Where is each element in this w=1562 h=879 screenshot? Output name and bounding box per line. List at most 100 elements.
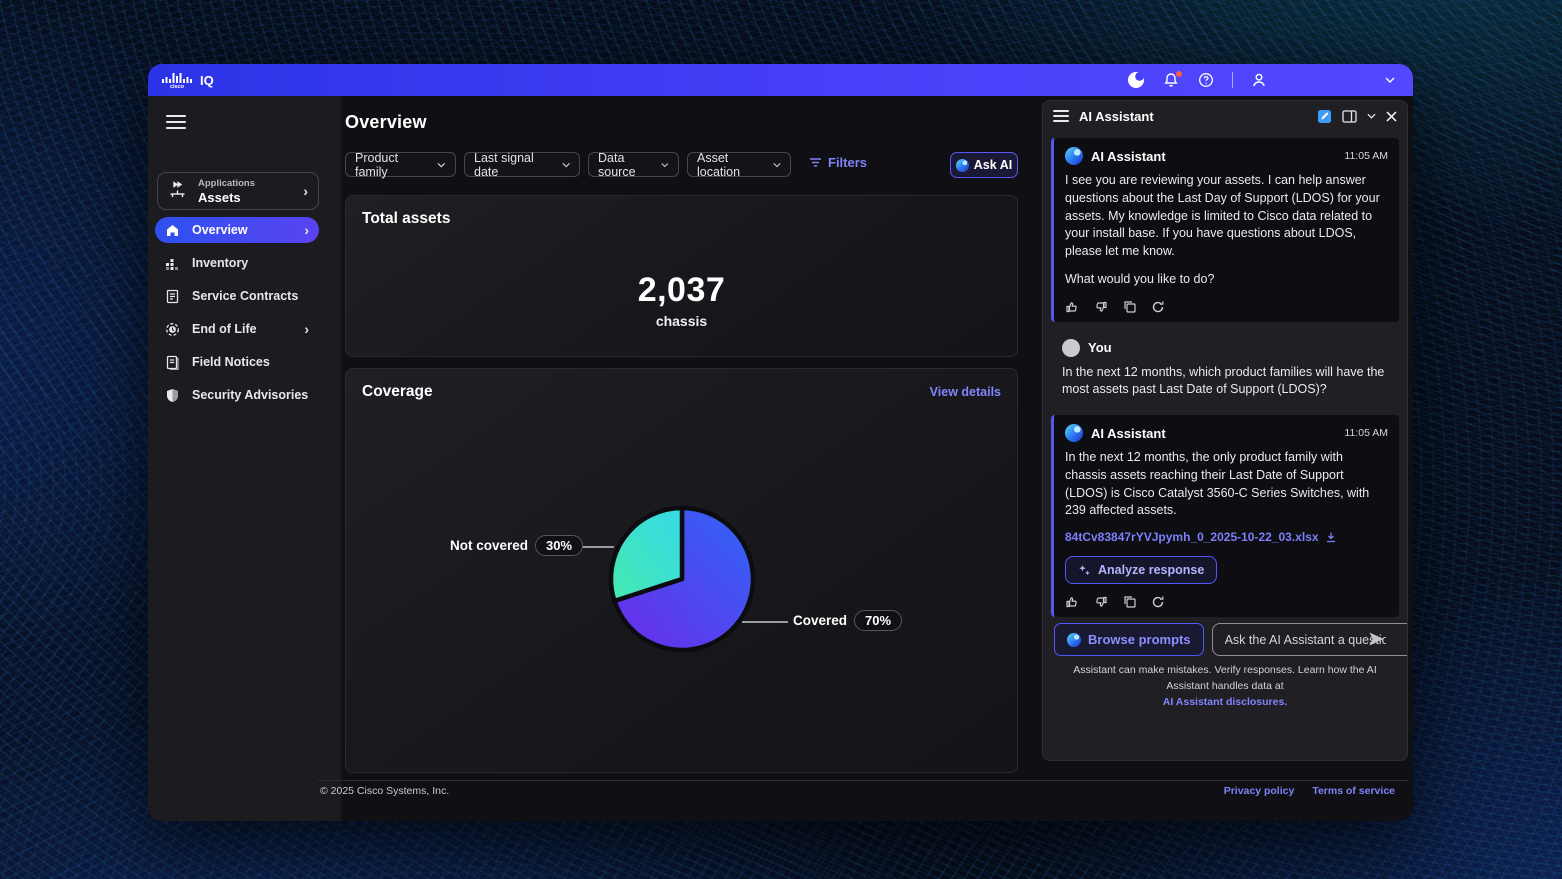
- sidebar-item-label: Field Notices: [192, 355, 309, 369]
- app-window: cisco IQ: [148, 64, 1413, 821]
- assets-app-icon: [168, 181, 188, 201]
- chevron-down-icon: [562, 162, 570, 168]
- ai-assistant-panel: AI Assistant: [1042, 100, 1408, 761]
- ai-sphere-icon: [1067, 633, 1081, 647]
- top-bar: cisco IQ: [148, 64, 1413, 96]
- filter-label: Product family: [355, 151, 430, 179]
- sidebar-item-security-advisories[interactable]: Security Advisories: [155, 382, 319, 408]
- filter-last-signal-date[interactable]: Last signal date: [464, 152, 580, 177]
- browse-prompts-label: Browse prompts: [1088, 632, 1191, 647]
- footer-divider: [318, 780, 1408, 781]
- ask-ai-label: Ask AI: [974, 158, 1012, 172]
- analyze-response-label: Analyze response: [1098, 563, 1204, 577]
- topbar-divider: [1232, 72, 1233, 88]
- total-assets-card: Total assets 2,037 chassis: [345, 195, 1018, 357]
- message-sender: AI Assistant: [1091, 426, 1336, 441]
- chevron-down-icon: [661, 162, 669, 168]
- message-text: In the next 12 months, the only product …: [1065, 449, 1388, 520]
- new-chat-icon[interactable]: [1317, 109, 1332, 124]
- contract-document-icon: [165, 289, 180, 304]
- attachment-name: 84tCv83847rYVJpymh_0_2025-10-22_03.xlsx: [1065, 530, 1319, 544]
- sidebar-item-field-notices[interactable]: Field Notices: [155, 349, 319, 375]
- app-switcher-label: Assets: [198, 190, 293, 205]
- download-icon: [1325, 531, 1337, 543]
- product-name: IQ: [200, 73, 214, 88]
- panel-caret-icon[interactable]: [1367, 113, 1376, 119]
- terms-of-service-link[interactable]: Terms of service: [1312, 785, 1395, 797]
- message-text: What would you like to do?: [1065, 271, 1388, 289]
- analyze-response-button[interactable]: Analyze response: [1065, 556, 1217, 584]
- pie-label-not-covered: Not covered 30%: [450, 535, 583, 556]
- filter-lines-icon: [809, 157, 822, 168]
- assistant-title: AI Assistant: [1079, 109, 1307, 124]
- panel-layout-icon[interactable]: [1342, 110, 1357, 123]
- filters-label: Filters: [828, 155, 867, 170]
- profile-icon[interactable]: [1250, 71, 1268, 89]
- regenerate-icon[interactable]: [1151, 595, 1165, 609]
- coverage-pie[interactable]: [594, 491, 770, 667]
- ask-ai-button[interactable]: Ask AI: [950, 152, 1018, 178]
- coverage-title: Coverage: [362, 383, 433, 401]
- thumbs-down-icon[interactable]: [1094, 300, 1108, 314]
- filter-label: Last signal date: [474, 151, 555, 179]
- view-details-link[interactable]: View details: [930, 385, 1001, 399]
- assistant-menu-icon[interactable]: [1053, 110, 1069, 122]
- sidebar-item-label: Security Advisories: [192, 388, 309, 402]
- sidebar-item-label: Overview: [192, 223, 292, 237]
- regenerate-icon[interactable]: [1151, 300, 1165, 314]
- clock-icon: [165, 322, 180, 337]
- sidebar-item-label: End of Life: [192, 322, 292, 336]
- disclaimer-text: Assistant can make mistakes. Verify resp…: [1073, 664, 1376, 692]
- assistant-message: AI Assistant 11:05 AM In the next 12 mon…: [1051, 415, 1399, 617]
- ai-assistant-topbar-icon[interactable]: [1127, 71, 1145, 89]
- pie-label-text: Covered: [793, 613, 847, 628]
- filter-label: Asset location: [697, 151, 766, 179]
- sidebar-item-end-of-life[interactable]: End of Life ›: [155, 316, 319, 342]
- total-assets-unit: chassis: [346, 313, 1017, 329]
- thumbs-down-icon[interactable]: [1094, 595, 1108, 609]
- send-icon[interactable]: [1368, 631, 1385, 652]
- message-sender: AI Assistant: [1091, 149, 1336, 164]
- sidebar-item-overview[interactable]: Overview ›: [155, 217, 319, 243]
- sidebar-menu-icon[interactable]: [166, 115, 186, 129]
- privacy-policy-link[interactable]: Privacy policy: [1224, 785, 1295, 797]
- home-icon: [165, 223, 180, 238]
- sidebar-item-service-contracts[interactable]: Service Contracts: [155, 283, 319, 309]
- assistant-messages: AI Assistant 11:05 AM I see you are revi…: [1043, 131, 1407, 617]
- browse-prompts-button[interactable]: Browse prompts: [1054, 623, 1204, 656]
- footer-links: Privacy policy Terms of service: [1224, 785, 1395, 797]
- notification-dot: [1176, 71, 1182, 77]
- disclosures-link[interactable]: AI Assistant disclosures.: [1163, 696, 1288, 708]
- assistant-disclaimer: Assistant can make mistakes. Verify resp…: [1051, 663, 1399, 710]
- thumbs-up-icon[interactable]: [1065, 595, 1079, 609]
- sidebar-item-label: Inventory: [192, 256, 309, 270]
- ai-avatar: [1065, 147, 1083, 165]
- app-switcher-assets[interactable]: Applications Assets ›: [157, 172, 319, 210]
- filter-label: Data source: [598, 151, 654, 179]
- attachment-link[interactable]: 84tCv83847rYVJpymh_0_2025-10-22_03.xlsx: [1065, 530, 1388, 544]
- page-title: Overview: [345, 112, 427, 133]
- filter-product-family[interactable]: Product family: [345, 152, 456, 177]
- sidebar-item-inventory[interactable]: Inventory: [155, 250, 319, 276]
- filters-button[interactable]: Filters: [809, 155, 867, 170]
- chevron-right-icon: ›: [303, 184, 308, 198]
- sidebar: Applications Assets › Overview › Invento…: [148, 96, 341, 821]
- shield-icon: [165, 388, 180, 403]
- notifications-bell-icon[interactable]: [1162, 71, 1180, 89]
- filter-data-source[interactable]: Data source: [588, 152, 679, 177]
- ai-avatar: [1065, 424, 1083, 442]
- copy-icon[interactable]: [1123, 595, 1136, 609]
- window-caret-icon[interactable]: [1381, 71, 1399, 89]
- message-text: In the next 12 months, which product fam…: [1062, 364, 1388, 400]
- filter-asset-location[interactable]: Asset location: [687, 152, 791, 177]
- inventory-icon: [165, 256, 180, 271]
- notice-document-icon: [165, 355, 180, 370]
- copy-icon[interactable]: [1123, 300, 1136, 314]
- user-avatar: [1062, 339, 1080, 357]
- close-icon[interactable]: [1386, 111, 1397, 122]
- help-icon[interactable]: [1197, 71, 1215, 89]
- ai-sparkle-icon: [1078, 564, 1091, 577]
- ai-assistant-header: AI Assistant: [1043, 101, 1407, 131]
- pie-pct-badge: 70%: [854, 610, 902, 631]
- thumbs-up-icon[interactable]: [1065, 300, 1079, 314]
